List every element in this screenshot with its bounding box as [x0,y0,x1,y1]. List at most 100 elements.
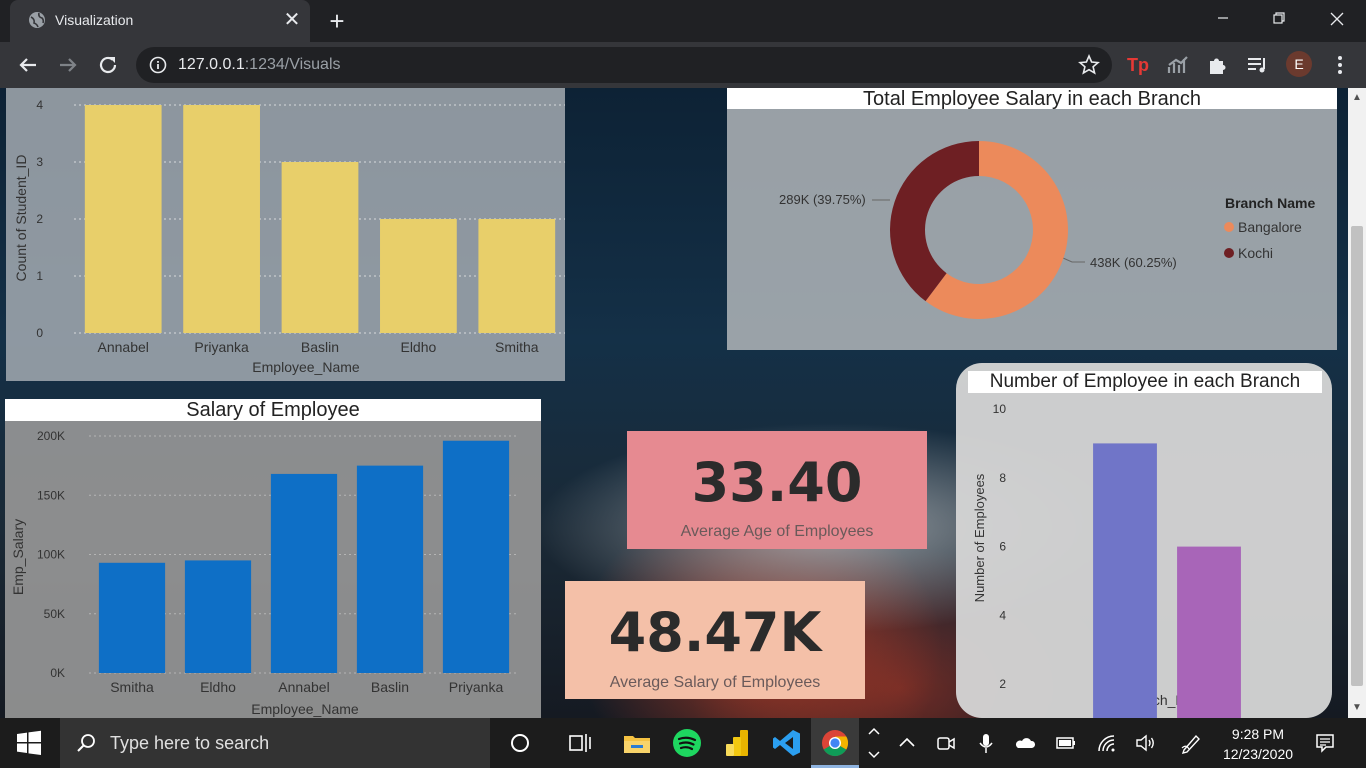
x-tick-label: Baslin [371,679,409,695]
bookmark-star-icon[interactable] [1078,54,1100,76]
avg-salary-value: 48.47K [608,601,822,664]
x-tick-label: Priyanka [194,339,249,355]
bar [442,440,510,673]
avg-salary-card: 48.47K Average Salary of Employees [565,581,865,699]
browser-tab[interactable]: Visualization ✕ [10,0,310,42]
leader-line-bangalore [1062,257,1085,263]
y-axis-title: Number of Employees [972,473,987,602]
restore-icon[interactable] [1256,0,1302,38]
meet-now-icon[interactable] [935,732,957,754]
x-tick-label: Baslin [301,339,339,355]
student-count-panel: Count of Student_ID Employee_Name 0 1 2 3 4 A… [6,88,566,381]
battery-icon[interactable] [1055,732,1077,754]
taskbar-search[interactable]: Type here to search [60,718,490,768]
salary-bar-chart: Emp_Salary Employee_Name 0K 50K 100K 150K 20… [10,429,519,717]
legend-swatch-kochi [1224,248,1234,258]
donut-slice [890,141,979,302]
page-scrollbar[interactable]: ▲ ▼ [1348,88,1366,718]
search-placeholder: Type here to search [110,733,270,753]
salary-branch-panel: Total Employee Salary in each Branch Bra… [727,88,1337,350]
y-tick-label: 4 [999,608,1006,622]
bar [270,473,338,673]
task-view-icon[interactable] [565,728,595,758]
microphone-icon[interactable] [975,732,997,754]
globe-icon [29,12,45,28]
y-tick-label: 0 [36,326,43,340]
bar [356,465,424,673]
chart-extension-icon[interactable] [1166,53,1190,77]
bar [184,560,252,673]
x-tick-label: Annabel [98,339,149,355]
bar [98,562,166,673]
menu-kebab-icon[interactable] [1328,53,1352,77]
wifi-icon[interactable] [1095,732,1117,754]
y-tick-label: 50K [44,607,65,621]
y-tick-label: 0K [50,666,65,680]
reload-icon[interactable] [94,51,122,79]
puzzle-extensions-icon[interactable] [1206,53,1230,77]
back-arrow-icon[interactable] [14,51,42,79]
donut-label-bangalore: 438K (60.25%) [1090,255,1177,270]
notification-center-icon[interactable] [1314,732,1336,754]
dashboard-page: Count of Student_ID Employee_Name 0 1 2 3 4 A… [0,88,1366,718]
legend-title: Branch Name [1225,195,1315,211]
file-explorer-icon[interactable] [622,728,652,758]
y-tick-label: 150K [37,488,65,502]
x-tick-label: Eldho [200,679,236,695]
address-bar[interactable]: 127.0.0.1:1234/Visuals [136,47,1112,83]
power-bi-icon[interactable] [722,728,752,758]
y-axis-title: Count of Student_ID [13,155,29,282]
x-tick-label: Smitha [110,679,154,695]
cortana-icon[interactable] [505,728,535,758]
tab-close-icon[interactable]: ✕ [280,8,304,32]
clock-date: 12/23/2020 [1222,746,1294,762]
donut-label-kochi: 289K (39.75%) [779,192,866,207]
x-tick-label: Smitha [495,339,539,355]
x-axis-title: Employee_Name [251,701,359,717]
media-queue-icon[interactable] [1246,53,1270,77]
taskbar-overflow-icon[interactable] [864,722,884,764]
avg-age-value: 33.40 [691,451,863,514]
y-tick-label: 8 [999,471,1006,485]
tab-title: Visualization [55,12,134,28]
bar [1093,443,1157,718]
profile-avatar[interactable]: E [1286,51,1312,77]
scroll-up-icon[interactable]: ▲ [1348,90,1366,106]
bar [84,105,162,333]
bar [478,219,556,333]
info-icon[interactable] [149,56,167,74]
x-tick-label: Annabel [278,679,329,695]
bar [380,219,457,333]
new-tab-icon[interactable]: + [324,8,350,34]
close-window-icon[interactable] [1314,0,1360,38]
y-tick-label: 10 [993,402,1007,416]
search-icon [77,734,95,752]
avg-age-label: Average Age of Employees [680,523,874,540]
show-hidden-icons-icon[interactable] [896,732,918,754]
volume-icon[interactable] [1134,732,1156,754]
x-axis-title: Employee_Name [252,359,360,375]
y-tick-label: 6 [999,540,1006,554]
bar [1177,546,1241,718]
taskbar-clock[interactable]: 9:28 PM 12/23/2020 [1212,724,1304,764]
browser-toolbar: 127.0.0.1:1234/Visuals Tp E [0,42,1366,88]
windows-start-icon[interactable] [16,730,42,756]
y-tick-label: 3 [36,155,43,169]
chrome-icon[interactable] [820,728,850,758]
minimize-icon[interactable] [1200,0,1246,38]
scroll-down-icon[interactable]: ▼ [1348,700,1366,716]
y-tick-label: 2 [36,212,43,226]
scroll-thumb[interactable] [1351,226,1363,686]
legend-swatch-bangalore [1224,222,1234,232]
onedrive-icon[interactable] [1014,732,1036,754]
url-text[interactable]: 127.0.0.1:1234/Visuals [178,56,341,74]
bar [183,105,260,333]
student-count-chart: Count of Student_ID Employee_Name 0 1 2 3 4 A… [13,98,566,375]
spotify-icon[interactable] [672,728,702,758]
pen-ink-icon[interactable] [1180,732,1202,754]
y-tick-label: 100K [37,548,65,562]
legend-kochi: Kochi [1238,245,1273,261]
forward-arrow-icon[interactable] [54,51,82,79]
vscode-icon[interactable] [772,728,802,758]
tp-extension-icon[interactable]: Tp [1126,53,1150,77]
